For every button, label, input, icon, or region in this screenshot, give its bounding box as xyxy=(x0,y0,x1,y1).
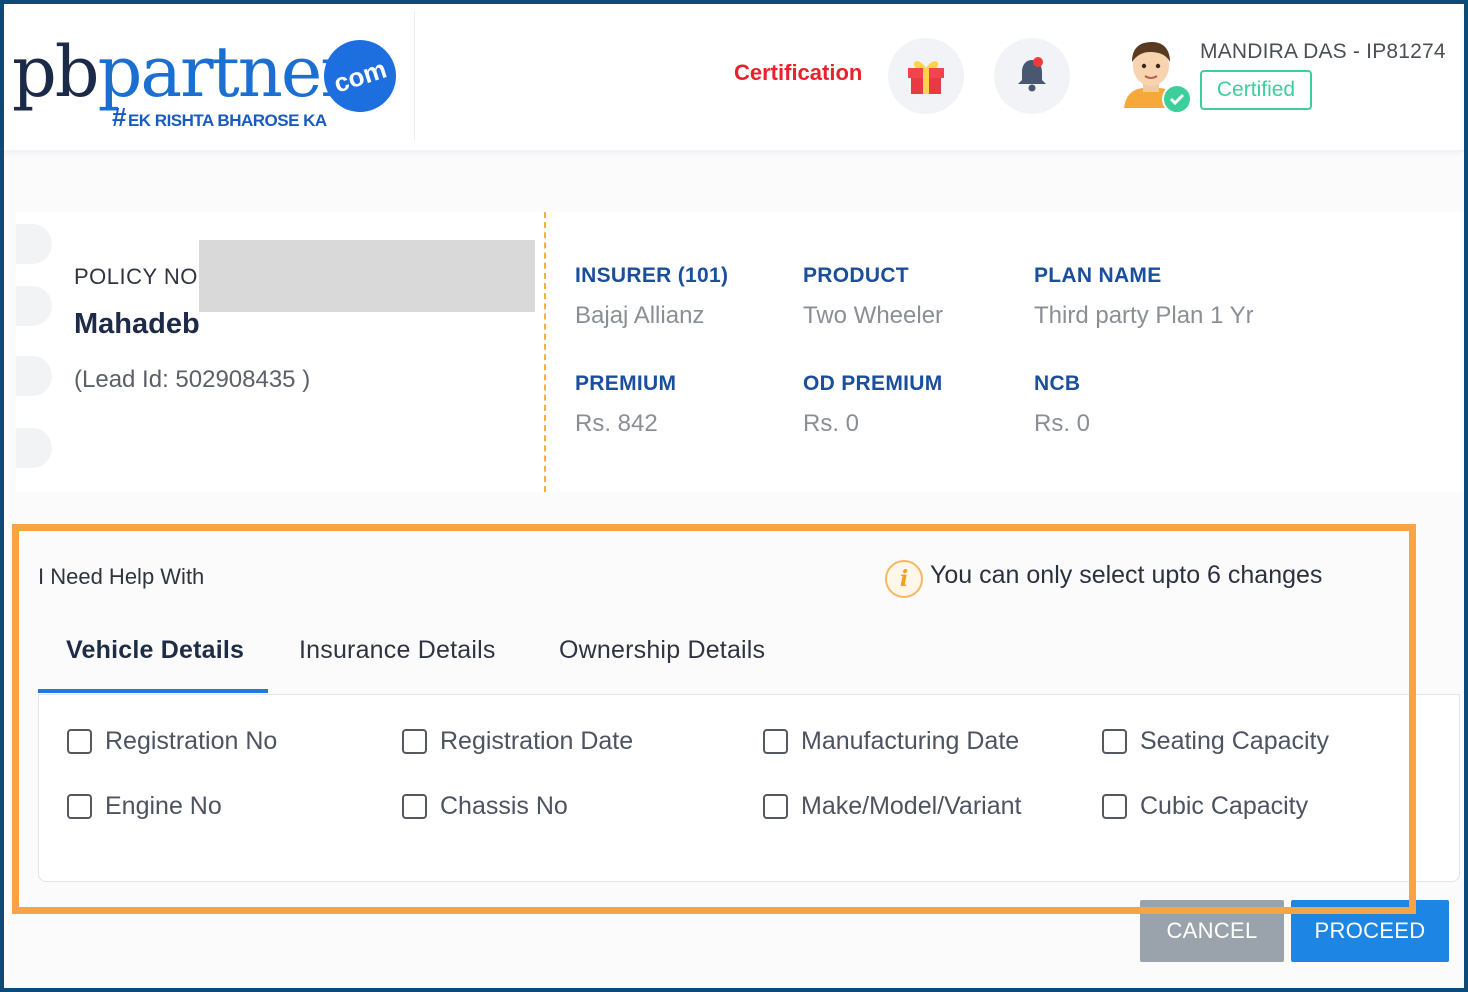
policy-summary-card: POLICY NO. Mahadeb (Lead Id: 502908435 )… xyxy=(16,212,1464,492)
logo-pb: pb xyxy=(12,31,100,113)
card-notch xyxy=(16,286,52,326)
logo-com-text: com xyxy=(329,52,390,99)
redacted-policy-number xyxy=(199,240,535,312)
logo-tagline-text: EK RISHTA BHAROSE KA xyxy=(127,111,327,130)
bell-icon xyxy=(1012,54,1052,99)
card-notch xyxy=(16,356,52,396)
user-name[interactable]: MANDIRA DAS - IP81274 xyxy=(1200,40,1446,64)
certification-link[interactable]: Certification xyxy=(734,60,862,86)
card-notch xyxy=(16,224,52,264)
field-value: Rs. 0 xyxy=(1034,410,1091,437)
card-notch xyxy=(16,428,52,468)
field-value: Rs. 842 xyxy=(575,410,658,437)
gift-button[interactable] xyxy=(888,38,964,114)
field-product: PRODUCT Two Wheeler xyxy=(803,264,943,330)
policy-holder-name: Mahadeb xyxy=(74,308,200,340)
user-avatar[interactable] xyxy=(1112,36,1192,116)
certified-badge: Certified xyxy=(1200,70,1312,110)
gift-icon xyxy=(902,50,950,103)
pbpartners-logo[interactable]: pbpartners com # EK RISHTA BHAROSE KA xyxy=(12,30,412,142)
verified-check-icon xyxy=(1162,84,1192,119)
logo-hash: # xyxy=(112,102,126,132)
policy-no-label: POLICY NO. xyxy=(74,264,205,289)
highlight-annotation-box xyxy=(12,524,1416,914)
header-divider xyxy=(414,12,415,140)
field-label: PREMIUM xyxy=(575,372,677,395)
field-label: INSURER (101) xyxy=(575,264,729,287)
notifications-button[interactable] xyxy=(994,38,1070,114)
field-value: Rs. 0 xyxy=(803,410,860,437)
field-ncb: NCB Rs. 0 xyxy=(1034,372,1090,438)
field-value: Two Wheeler xyxy=(803,302,944,329)
field-label: NCB xyxy=(1034,372,1081,395)
field-label: OD PREMIUM xyxy=(803,372,943,395)
field-label: PLAN NAME xyxy=(1034,264,1162,287)
top-header: pbpartners com # EK RISHTA BHAROSE KA Cer… xyxy=(4,4,1464,150)
field-premium: PREMIUM Rs. 842 xyxy=(575,372,676,438)
field-value: Bajaj Allianz xyxy=(575,302,705,329)
logo-tagline: # EK RISHTA BHAROSE KA xyxy=(112,102,327,133)
card-dashed-divider xyxy=(544,212,546,492)
lead-id: (Lead Id: 502908435 ) xyxy=(74,366,311,393)
field-plan-name: PLAN NAME Third party Plan 1 Yr xyxy=(1034,264,1254,330)
field-label: PRODUCT xyxy=(803,264,909,287)
app-frame: pbpartners com # EK RISHTA BHAROSE KA Cer… xyxy=(0,0,1468,992)
field-insurer: INSURER (101) Bajaj Allianz xyxy=(575,264,728,330)
field-od-premium: OD PREMIUM Rs. 0 xyxy=(803,372,943,438)
field-value: Third party Plan 1 Yr xyxy=(1034,302,1254,329)
